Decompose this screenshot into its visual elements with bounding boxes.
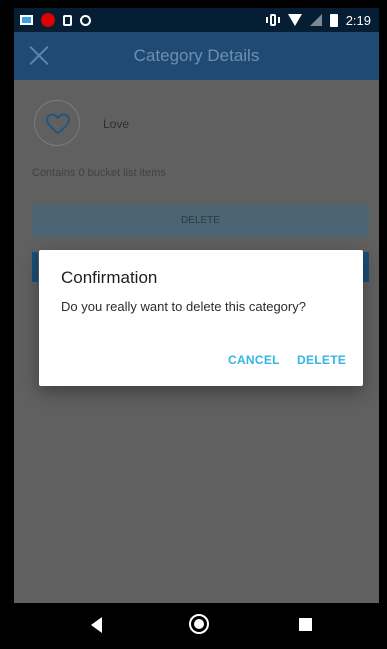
- heart-icon: [46, 113, 70, 135]
- battery-icon: [329, 13, 338, 27]
- status-time: 2:19: [345, 12, 371, 28]
- status-bar: 2:19: [14, 8, 379, 32]
- hidden-button-edge: [32, 252, 38, 282]
- image-icon: [20, 15, 33, 25]
- dialog-message: Do you really want to delete this catego…: [61, 299, 306, 314]
- notification-dot-icon: [41, 13, 55, 27]
- category-icon-badge[interactable]: [34, 100, 80, 146]
- navigation-bar: [0, 603, 387, 649]
- recents-icon[interactable]: [299, 618, 312, 631]
- delete-category-button[interactable]: DELETE: [32, 205, 369, 237]
- status-right-icons: 2:19: [265, 12, 371, 28]
- square-icon: [63, 14, 72, 26]
- home-icon[interactable]: [189, 614, 209, 634]
- signal-icon: [309, 14, 322, 26]
- status-left-icons: [20, 12, 91, 28]
- confirmation-dialog: Confirmation Do you really want to delet…: [39, 250, 363, 386]
- cancel-button[interactable]: CANCEL: [228, 353, 280, 367]
- circle-icon: [80, 14, 91, 26]
- page-title: Category Details: [133, 46, 260, 65]
- hidden-button-edge-right: [362, 252, 369, 282]
- device-frame: 2:19 Category Details Love Contains 0 bu…: [0, 0, 387, 649]
- back-icon[interactable]: [91, 617, 102, 633]
- screen: 2:19 Category Details Love Contains 0 bu…: [14, 8, 379, 603]
- confirm-delete-button[interactable]: DELETE: [297, 353, 346, 367]
- bucket-count-text: Contains 0 bucket list items: [32, 167, 166, 179]
- category-name: Love: [103, 117, 130, 131]
- dialog-title: Confirmation: [61, 268, 158, 287]
- vibrate-icon: [265, 14, 280, 26]
- app-bar: Category Details: [14, 32, 379, 80]
- wifi-icon: [287, 14, 302, 26]
